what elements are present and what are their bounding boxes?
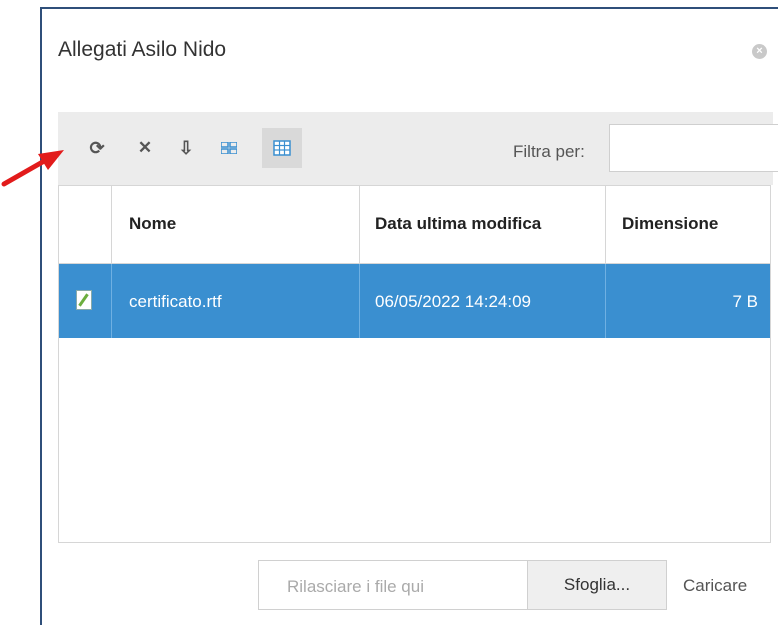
close-icon[interactable]: × [752, 44, 767, 59]
column-divider [605, 264, 606, 338]
grid-header: Nome Data ultima modifica Dimensione [59, 186, 770, 264]
download-icon[interactable]: ⇩ [172, 134, 200, 162]
file-name: certificato.rtf [129, 292, 222, 311]
rtf-file-icon [76, 290, 92, 310]
delete-icon[interactable]: ✕ [131, 134, 159, 162]
column-header-name[interactable]: Nome [129, 214, 176, 234]
filter-input[interactable] [609, 124, 778, 172]
file-modified: 06/05/2022 14:24:09 [375, 292, 531, 311]
column-divider [111, 264, 112, 338]
browse-button[interactable]: Sfoglia... [527, 560, 667, 610]
file-size: 7 B [732, 292, 758, 311]
grid-view-icon[interactable] [215, 134, 243, 162]
column-divider [111, 186, 112, 263]
drop-zone[interactable]: Rilasciare i file qui [258, 560, 528, 610]
toolbar: ⟳ ✕ ⇩ Filtra per: [58, 112, 778, 185]
column-divider [359, 264, 360, 338]
column-divider [359, 186, 360, 263]
table-row[interactable]: certificato.rtf 06/05/2022 14:24:09 7 B [59, 264, 770, 338]
file-grid: Nome Data ultima modifica Dimensione cer… [58, 185, 771, 543]
filter-label: Filtra per: [513, 142, 585, 161]
table-view-icon[interactable] [262, 128, 302, 168]
column-header-size[interactable]: Dimensione [622, 214, 718, 234]
upload-button[interactable]: Caricare [683, 576, 747, 596]
refresh-icon[interactable]: ⟳ [83, 134, 111, 162]
annotation-arrow-icon [1, 150, 64, 187]
column-header-modified[interactable]: Data ultima modifica [375, 214, 541, 234]
column-divider [605, 186, 606, 263]
dialog-title: Allegati Asilo Nido [58, 38, 227, 61]
